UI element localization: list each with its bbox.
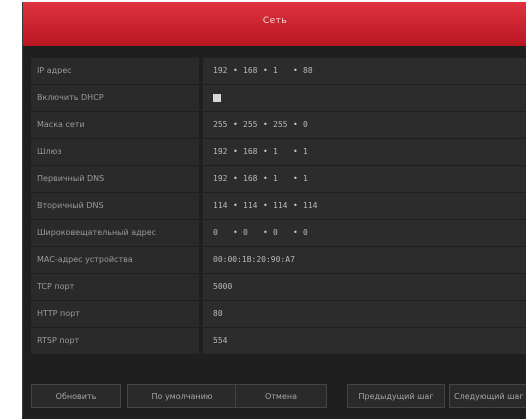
settings-row: IP адрес 192 • 168 • 1 • 88 (31, 58, 526, 84)
ip-separator-dot: • (233, 174, 238, 183)
settings-label: IP адрес (31, 58, 199, 84)
ip-separator-dot: • (293, 201, 298, 210)
ip-address-field[interactable]: 192 • 168 • 1 • 1 (203, 139, 526, 165)
ip-separator-dot: • (233, 66, 238, 75)
ip-separator-dot: • (293, 174, 298, 183)
cancel-button[interactable]: Отмена (235, 384, 327, 408)
settings-row: HTTP порт 80 (31, 301, 526, 327)
ip-octet-input[interactable]: 114 (213, 193, 227, 219)
ip-separator-dot: • (263, 120, 268, 129)
ip-separator-dot: • (233, 120, 238, 129)
settings-row: Шлюз 192 • 168 • 1 • 1 (31, 139, 526, 165)
ip-octet-input[interactable]: 1 (303, 166, 308, 192)
ip-octet-input[interactable]: 168 (243, 58, 257, 84)
ip-separator-dot: • (233, 147, 238, 156)
ip-octet-input[interactable]: 192 (213, 166, 227, 192)
ip-octet-input[interactable]: 1 (273, 139, 278, 165)
ip-octet-input[interactable]: 1 (273, 58, 278, 84)
ip-octet-input[interactable]: 192 (213, 58, 227, 84)
settings-row: Включить DHCP (31, 85, 526, 111)
network-form: IP адрес 192 • 168 • 1 • 88 Включить DHCP Маска с… (31, 58, 526, 355)
settings-label: MAC-адрес устройства (31, 247, 199, 273)
defaults-button[interactable]: По умолчанию (127, 384, 237, 408)
settings-row: RTSP порт 554 (31, 328, 526, 354)
ip-octet-input[interactable]: 1 (303, 139, 308, 165)
settings-label: Широковещательный адрес (31, 220, 199, 246)
settings-row: Первичный DNS 192 • 168 • 1 • 1 (31, 166, 526, 192)
settings-row: Вторичный DNS 114 • 114 • 114 • 114 (31, 193, 526, 219)
field-value: 80 (213, 309, 223, 318)
refresh-button[interactable]: Обновить (31, 384, 121, 408)
ip-octet-input[interactable]: 0 (303, 220, 308, 246)
ip-octet-input[interactable]: 88 (303, 58, 313, 84)
settings-label: TCP порт (31, 274, 199, 300)
settings-row: Широковещательный адрес 0 • 0 • 0 • 0 (31, 220, 526, 246)
ip-separator-dot: • (233, 228, 238, 237)
ip-separator-dot: • (263, 201, 268, 210)
ip-address-field[interactable]: 192 • 168 • 1 • 88 (203, 58, 526, 84)
next-step-button[interactable]: Следующий шаг (449, 384, 526, 408)
ip-separator-dot: • (293, 147, 298, 156)
ip-separator-dot: • (233, 201, 238, 210)
ip-octet-input[interactable]: 0 (243, 220, 248, 246)
network-settings-window: Сеть IP адрес 192 • 168 • 1 • 88 Включить DHCP Ма… (22, 2, 526, 419)
ip-address-field[interactable]: 114 • 114 • 114 • 114 (203, 193, 526, 219)
ip-octet-input[interactable]: 114 (273, 193, 287, 219)
ip-octet-input[interactable]: 255 (213, 112, 227, 138)
text-field[interactable]: 554 (203, 328, 526, 354)
ip-separator-dot: • (263, 147, 268, 156)
ip-separator-dot: • (293, 66, 298, 75)
ip-separator-dot: • (293, 228, 298, 237)
text-field[interactable]: 00:00:1B:20:90:A7 (203, 247, 526, 273)
settings-label: Вторичный DNS (31, 193, 199, 219)
ip-octet-input[interactable]: 1 (273, 166, 278, 192)
ip-separator-dot: • (263, 66, 268, 75)
field-value: 554 (213, 336, 228, 345)
window-title: Сеть (262, 16, 288, 26)
ip-address-field[interactable]: 0 • 0 • 0 • 0 (203, 220, 526, 246)
ip-octet-input[interactable]: 255 (273, 112, 287, 138)
text-field[interactable]: 80 (203, 301, 526, 327)
ip-separator-dot: • (263, 228, 268, 237)
text-field[interactable]: 5000 (203, 274, 526, 300)
settings-label: Шлюз (31, 139, 199, 165)
ip-address-field[interactable]: 255 • 255 • 255 • 0 (203, 112, 526, 138)
ip-octet-input[interactable]: 255 (243, 112, 257, 138)
ip-octet-input[interactable]: 168 (243, 166, 257, 192)
previous-step-button[interactable]: Предыдущий шаг (347, 384, 445, 408)
settings-row: MAC-адрес устройства 00:00:1B:20:90:A7 (31, 247, 526, 273)
title-bar: Сеть (23, 2, 526, 46)
ip-separator-dot: • (293, 120, 298, 129)
settings-row: TCP порт 5000 (31, 274, 526, 300)
ip-octet-input[interactable]: 0 (273, 220, 278, 246)
field-value: 5000 (213, 282, 233, 291)
ip-octet-input[interactable]: 114 (303, 193, 317, 219)
settings-label: HTTP порт (31, 301, 199, 327)
dhcp-checkbox[interactable] (213, 94, 221, 102)
settings-row: Маска сети 255 • 255 • 255 • 0 (31, 112, 526, 138)
ip-separator-dot: • (263, 174, 268, 183)
ip-address-field[interactable]: 192 • 168 • 1 • 1 (203, 166, 526, 192)
ip-octet-input[interactable]: 0 (213, 220, 218, 246)
ip-octet-input[interactable]: 0 (303, 112, 308, 138)
dhcp-checkbox-field[interactable] (203, 85, 526, 111)
ip-octet-input[interactable]: 192 (213, 139, 227, 165)
settings-label: Маска сети (31, 112, 199, 138)
ip-octet-input[interactable]: 114 (243, 193, 257, 219)
settings-label: Включить DHCP (31, 85, 199, 111)
settings-label: Первичный DNS (31, 166, 199, 192)
field-value: 00:00:1B:20:90:A7 (213, 255, 295, 264)
settings-label: RTSP порт (31, 328, 199, 354)
ip-octet-input[interactable]: 168 (243, 139, 257, 165)
